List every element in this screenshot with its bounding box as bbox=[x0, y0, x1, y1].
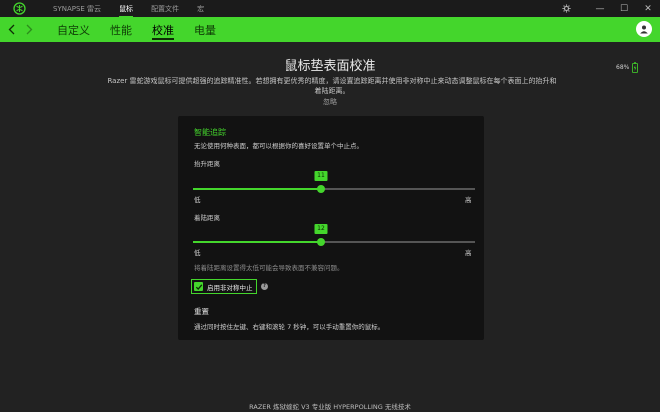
device-nav-bar: 自定义 性能 校准 电量 bbox=[0, 17, 660, 42]
top-tab-mouse[interactable]: 鼠标 bbox=[119, 0, 134, 17]
landing-warning-note: 将着陆距离设置得太低可能会导致表面不兼容问题。 bbox=[194, 264, 344, 272]
lift-low-label: 低 bbox=[194, 196, 201, 204]
tab-performance[interactable]: 性能 bbox=[110, 17, 132, 42]
device-name: RAZER 炼狱蝰蛇 V3 专业版 HYPERPOLLING 无线技术 bbox=[249, 403, 411, 411]
slider-thumb[interactable] bbox=[317, 238, 325, 246]
back-arrow-icon[interactable] bbox=[3, 17, 19, 42]
landing-value-tooltip: 12 bbox=[314, 224, 328, 234]
slider-fill bbox=[193, 241, 321, 243]
asymmetric-cutoff-checkbox[interactable] bbox=[194, 282, 203, 291]
tab-calibration[interactable]: 校准 bbox=[152, 17, 174, 42]
reset-description: 通过同时按住左键、右键和滚轮 7 秒钟，可以手动重置你的鼠标。 bbox=[194, 323, 385, 331]
top-tab-synapse[interactable]: SYNAPSE 雷云 bbox=[53, 0, 101, 17]
help-icon[interactable]: ? bbox=[261, 283, 268, 290]
ignore-link[interactable]: 忽略 bbox=[0, 97, 660, 107]
minimize-button[interactable]: — bbox=[588, 0, 612, 17]
user-avatar-icon[interactable] bbox=[636, 21, 652, 37]
slider-thumb[interactable] bbox=[317, 185, 325, 193]
forward-arrow-icon[interactable] bbox=[21, 17, 37, 42]
top-tab-profiles[interactable]: 配置文件 bbox=[151, 0, 179, 17]
title-bar: SYNAPSE 雷云 鼠标 配置文件 宏 — ☐ ✕ bbox=[0, 0, 660, 17]
close-button[interactable]: ✕ bbox=[636, 0, 660, 17]
asymmetric-cutoff-toggle[interactable]: 启用非对称中止 bbox=[191, 279, 257, 294]
tab-power[interactable]: 电量 bbox=[194, 17, 216, 42]
battery-status: 68% bbox=[616, 62, 639, 73]
landing-distance-label: 着陆距离 bbox=[194, 214, 220, 222]
landing-distance-slider[interactable]: 12 bbox=[193, 224, 475, 249]
landing-low-label: 低 bbox=[194, 249, 201, 257]
settings-gear-icon[interactable] bbox=[554, 0, 578, 17]
tab-customize[interactable]: 自定义 bbox=[57, 17, 90, 42]
razer-logo-icon bbox=[12, 2, 26, 16]
maximize-button[interactable]: ☐ bbox=[612, 0, 636, 17]
asymmetric-cutoff-label: 启用非对称中止 bbox=[207, 283, 253, 292]
smart-tracking-title: 智能追踪 bbox=[194, 128, 226, 137]
battery-charging-icon bbox=[632, 62, 639, 73]
lift-value-tooltip: 11 bbox=[314, 171, 328, 181]
page-title: 鼠标垫表面校准 bbox=[284, 59, 376, 74]
slider-fill bbox=[193, 188, 321, 190]
landing-high-label: 高 bbox=[465, 249, 472, 257]
battery-percent: 68% bbox=[616, 64, 630, 71]
smart-tracking-description: 无论使用何种表面，都可以根据你的喜好设置单个中止点。 bbox=[194, 142, 363, 150]
top-tab-macros[interactable]: 宏 bbox=[197, 0, 204, 17]
lift-distance-label: 抬升距离 bbox=[194, 160, 220, 168]
window-controls: — ☐ ✕ bbox=[554, 0, 660, 17]
smart-tracking-panel: 智能追踪 无论使用何种表面，都可以根据你的喜好设置单个中止点。 抬升距离 11 … bbox=[178, 116, 484, 340]
reset-title: 重置 bbox=[194, 307, 209, 316]
page-description: Razer 雷蛇游戏鼠标可提供超强的追踪精准性。若想拥有更优秀的精度，请设置追踪… bbox=[107, 77, 557, 95]
lift-high-label: 高 bbox=[465, 196, 472, 204]
lift-distance-slider[interactable]: 11 bbox=[193, 171, 475, 196]
